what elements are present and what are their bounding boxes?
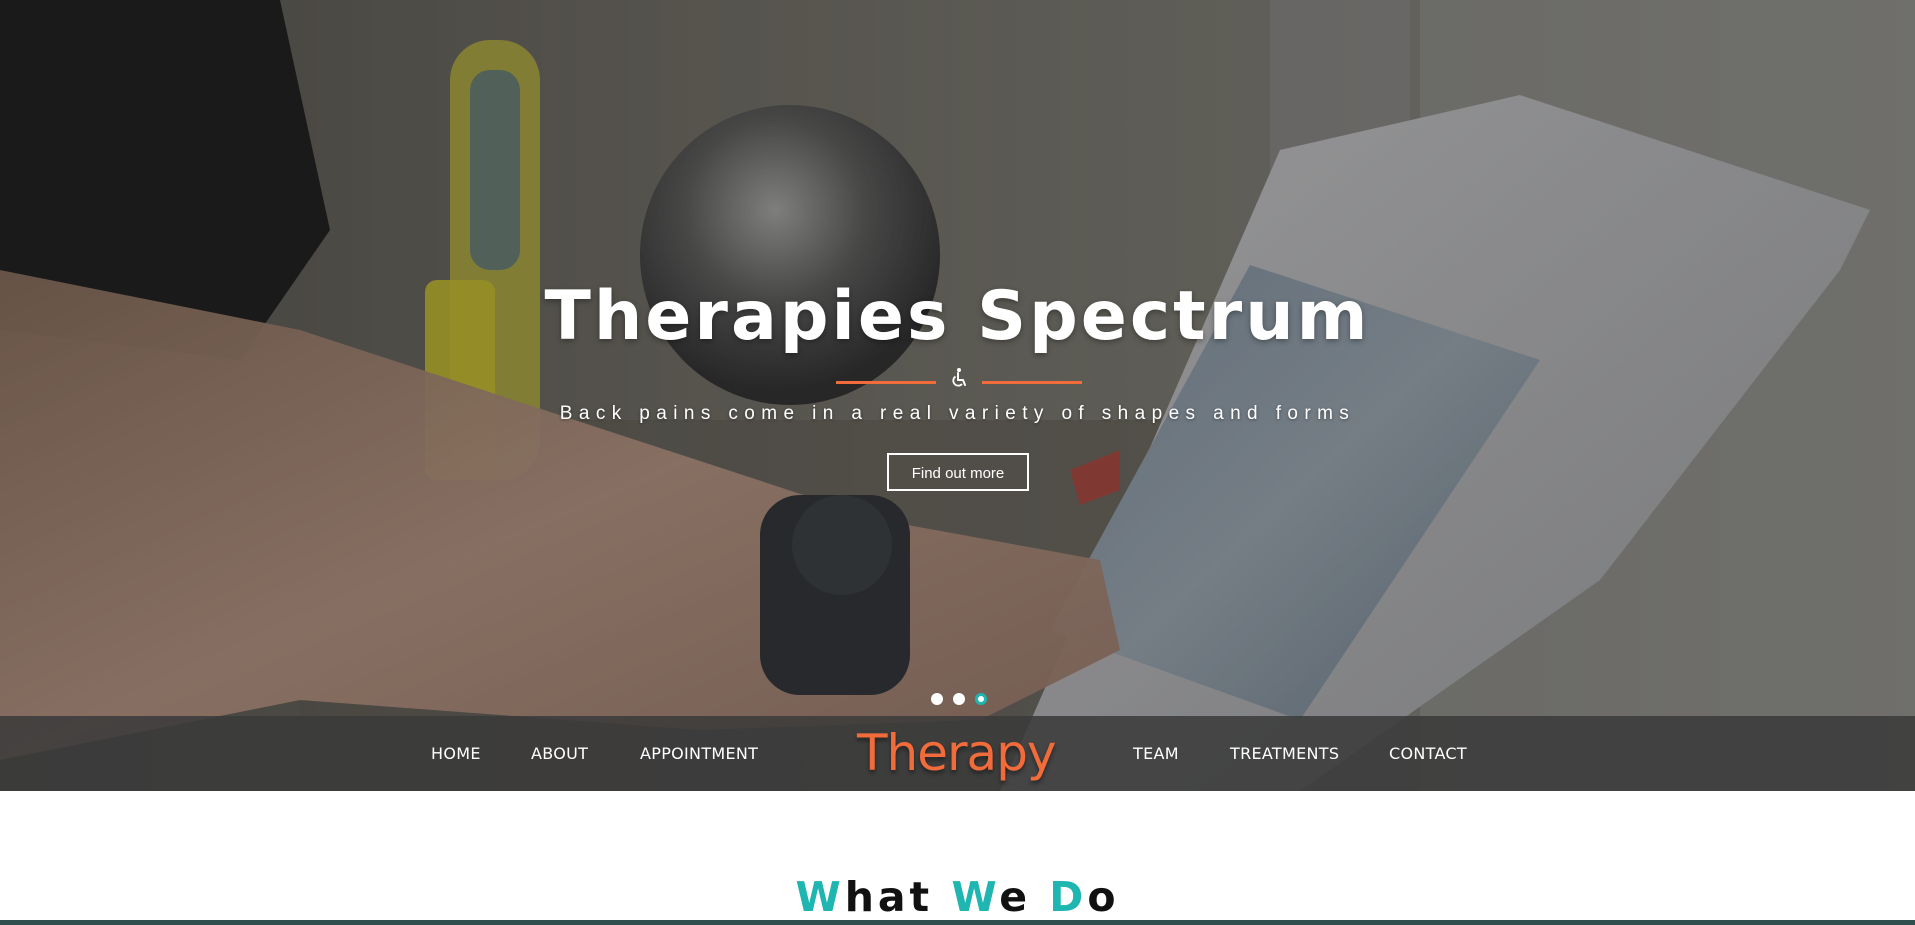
divider-line-right bbox=[982, 381, 1082, 384]
hero-subtitle: Back pains come in a real variety of sha… bbox=[559, 403, 1356, 424]
slider-dot-3-active[interactable] bbox=[975, 693, 987, 705]
section-title-text: e bbox=[999, 873, 1050, 921]
hero-overlay bbox=[0, 0, 1915, 791]
section-title-text: hat bbox=[844, 873, 952, 921]
slider-dot-2[interactable] bbox=[953, 693, 965, 705]
hero-title: Therapies Spectrum bbox=[544, 277, 1371, 356]
section-title-text: o bbox=[1087, 873, 1120, 921]
section-title-letter: D bbox=[1049, 873, 1088, 921]
hero-slider: Therapies Spectrum Back pains come in a … bbox=[0, 0, 1915, 791]
find-out-more-button[interactable]: Find out more bbox=[887, 453, 1029, 491]
nav-item-treatments[interactable]: TREATMENTS bbox=[1230, 716, 1339, 791]
nav-item-team[interactable]: TEAM bbox=[1133, 716, 1179, 791]
divider-line-left bbox=[836, 381, 936, 384]
nav-item-about[interactable]: ABOUT bbox=[531, 716, 588, 791]
nav-item-contact[interactable]: CONTACT bbox=[1389, 716, 1467, 791]
main-navigation: HOME ABOUT APPOINTMENT Therapy TEAM TREA… bbox=[0, 716, 1915, 791]
slider-pagination bbox=[931, 693, 987, 707]
section-title-letter: W bbox=[795, 873, 845, 921]
nav-item-appointment[interactable]: APPOINTMENT bbox=[640, 716, 758, 791]
nav-item-home[interactable]: HOME bbox=[431, 716, 481, 791]
slider-dot-1[interactable] bbox=[931, 693, 943, 705]
section-title-what-we-do: What We Do bbox=[0, 872, 1915, 922]
section-bottom-rule bbox=[0, 920, 1915, 925]
hero-divider bbox=[836, 366, 1082, 390]
wheelchair-icon bbox=[952, 368, 966, 387]
section-title-letter: W bbox=[951, 873, 1000, 921]
site-logo[interactable]: Therapy bbox=[857, 716, 1057, 791]
